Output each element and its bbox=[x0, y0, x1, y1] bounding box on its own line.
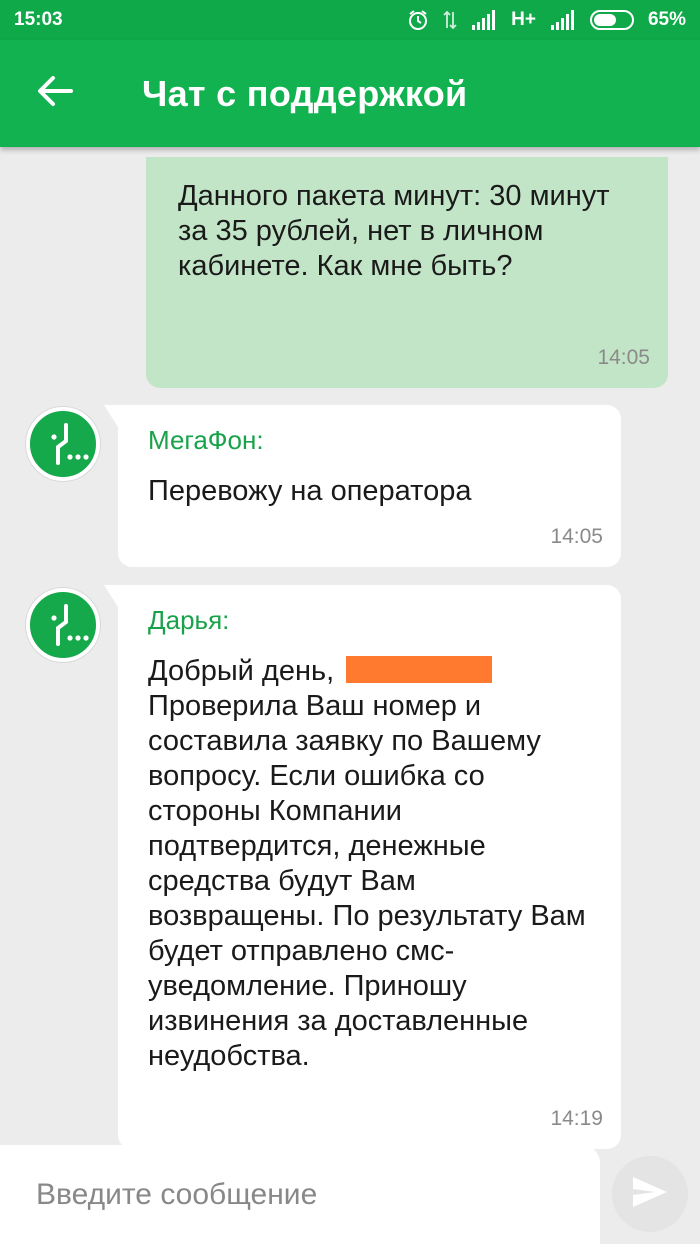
megafon-logo-icon bbox=[51, 604, 89, 646]
signal-icon bbox=[550, 10, 576, 30]
signal-icon bbox=[471, 10, 497, 30]
redacted-name bbox=[346, 656, 493, 683]
incoming-message[interactable]: МегаФон: Перевожу на оператора 14:05 bbox=[104, 405, 621, 567]
back-button[interactable] bbox=[0, 40, 110, 147]
megafon-avatar[interactable] bbox=[26, 407, 100, 481]
alarm-icon bbox=[407, 9, 429, 31]
message-composer bbox=[0, 1145, 600, 1244]
page-title: Чат с поддержкой bbox=[142, 72, 468, 114]
status-time: 15:03 bbox=[14, 9, 63, 30]
message-text-part: Проверила Ваш номер и составила заявку п… bbox=[148, 690, 586, 1072]
status-icons: H+ 65% bbox=[407, 9, 686, 31]
message-time: 14:05 bbox=[550, 525, 603, 548]
sender-name: Дарья: bbox=[148, 605, 230, 635]
battery-percent: 65% bbox=[647, 9, 686, 30]
data-arrows-icon bbox=[443, 9, 457, 31]
battery-level bbox=[593, 14, 616, 26]
message-time: 14:19 bbox=[550, 1107, 603, 1130]
send-icon bbox=[631, 1175, 669, 1214]
incoming-message[interactable]: Дарья: Добрый день, Проверила Ваш номер … bbox=[104, 585, 621, 1149]
battery-icon bbox=[589, 10, 634, 30]
message-input[interactable] bbox=[34, 1176, 566, 1213]
megafon-logo-icon bbox=[51, 423, 89, 465]
send-button[interactable] bbox=[612, 1156, 688, 1232]
message-text: Данного пакета минут: 30 минут за 35 руб… bbox=[178, 180, 610, 282]
message-time: 14:05 bbox=[597, 346, 650, 369]
message-text: Добрый день, Проверила Ваш номер и соста… bbox=[148, 654, 591, 1074]
outgoing-message[interactable]: Данного пакета минут: 30 минут за 35 руб… bbox=[146, 157, 668, 388]
app-bar: Чат с поддержкой bbox=[0, 40, 700, 147]
arrow-left-icon bbox=[37, 75, 73, 112]
operator-avatar[interactable] bbox=[26, 588, 100, 662]
status-bar: 15:03 H+ 65% bbox=[0, 0, 700, 40]
network-type: H+ bbox=[511, 9, 536, 30]
message-text: Перевожу на оператора bbox=[148, 475, 472, 507]
message-text-part: Добрый день, bbox=[148, 655, 343, 687]
sender-name: МегаФон: bbox=[148, 425, 264, 455]
